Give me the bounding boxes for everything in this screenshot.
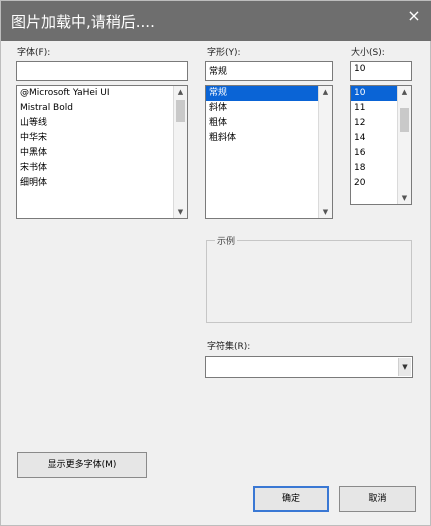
preview-group: 示例: [206, 234, 412, 323]
font-list-item[interactable]: 中黑体: [17, 146, 187, 161]
font-list-item[interactable]: 宋书体: [17, 161, 187, 176]
size-input[interactable]: 10: [350, 61, 412, 81]
scroll-up-icon[interactable]: ▲: [398, 86, 411, 98]
scroll-down-icon[interactable]: ▼: [398, 192, 411, 204]
charset-label: 字符集(R):: [207, 342, 251, 352]
cancel-button[interactable]: 取消: [339, 486, 416, 512]
style-input[interactable]: 常规: [205, 61, 333, 81]
charset-select[interactable]: ▼: [205, 356, 413, 378]
style-list-item[interactable]: 粗斜体: [206, 131, 332, 146]
loading-overlay: 图片加载中,请稍后.... ×: [1, 1, 431, 41]
font-dialog: 图片加载中,请稍后.... × 字体(F): @Microsoft YaHei …: [0, 0, 431, 526]
scroll-down-icon[interactable]: ▼: [319, 206, 332, 218]
font-list-item[interactable]: 山等线: [17, 116, 187, 131]
font-list-item[interactable]: Mistral Bold: [17, 101, 187, 116]
font-list-scrollbar[interactable]: ▲ ▼: [173, 86, 187, 218]
scroll-up-icon[interactable]: ▲: [319, 86, 332, 98]
preview-title: 示例: [215, 234, 238, 247]
scroll-down-icon[interactable]: ▼: [174, 206, 187, 218]
font-label: 字体(F):: [17, 48, 51, 58]
style-list-item[interactable]: 斜体: [206, 101, 332, 116]
font-list-item[interactable]: @Microsoft YaHei UI: [17, 86, 187, 101]
scroll-up-icon[interactable]: ▲: [174, 86, 187, 98]
style-list-item[interactable]: 常规: [206, 86, 332, 101]
font-input[interactable]: [16, 61, 188, 81]
show-more-fonts-button[interactable]: 显示更多字体(M): [17, 452, 147, 478]
close-icon[interactable]: ×: [402, 5, 426, 27]
style-listbox[interactable]: 常规 斜体 粗体 粗斜体 ▲ ▼: [205, 85, 333, 219]
chevron-down-icon[interactable]: ▼: [398, 358, 411, 376]
font-listbox[interactable]: @Microsoft YaHei UI Mistral Bold 山等线 中华宋 中黑体…: [16, 85, 188, 219]
style-list-scrollbar[interactable]: ▲ ▼: [318, 86, 332, 218]
scroll-thumb[interactable]: [400, 108, 409, 132]
size-label: 大小(S):: [351, 48, 385, 58]
loading-text: 图片加载中,请稍后....: [11, 13, 155, 31]
style-label: 字形(Y):: [207, 48, 241, 58]
size-list-scrollbar[interactable]: ▲ ▼: [397, 86, 411, 204]
scroll-thumb[interactable]: [176, 100, 185, 122]
size-listbox[interactable]: 10 11 12 14 16 18 20 ▲ ▼: [350, 85, 412, 205]
font-list-item[interactable]: 中华宋: [17, 131, 187, 146]
ok-button[interactable]: 确定: [253, 486, 329, 512]
font-list-item[interactable]: 细明体: [17, 176, 187, 191]
style-list-item[interactable]: 粗体: [206, 116, 332, 131]
